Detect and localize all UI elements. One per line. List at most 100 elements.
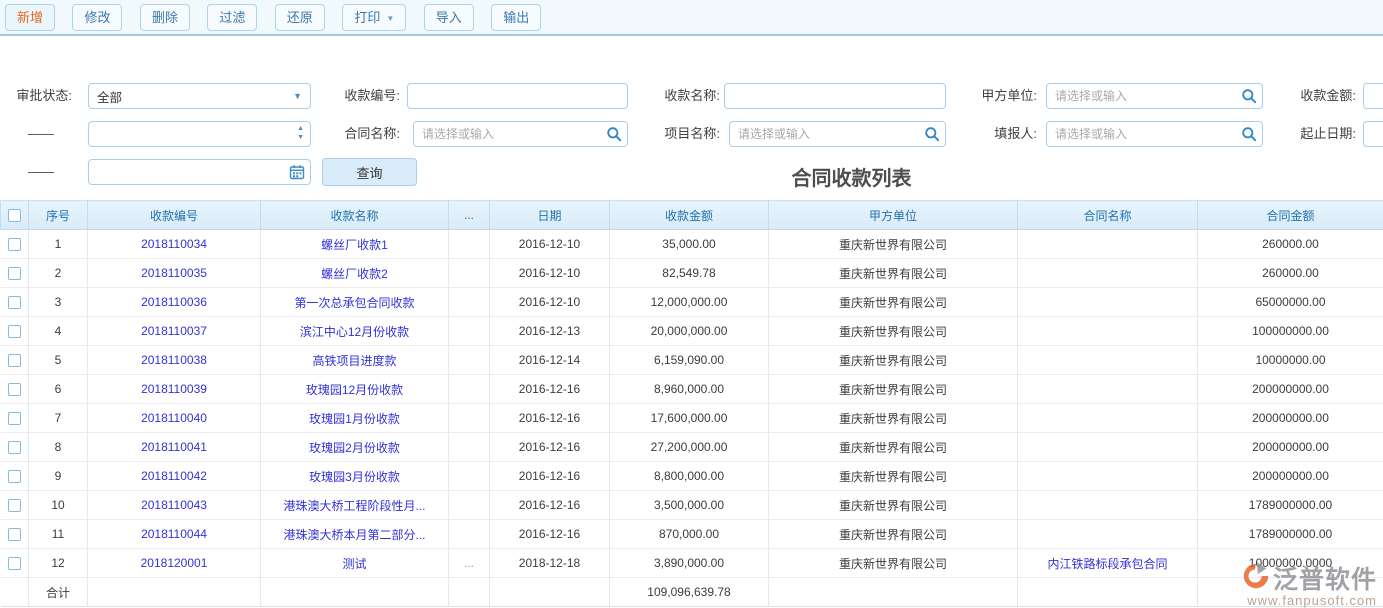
select-all-checkbox[interactable] [8,209,21,222]
search-icon[interactable] [924,126,940,142]
spinner-arrows[interactable]: ▲▼ [297,124,304,142]
cell-name-link[interactable]: 玫瑰园2月份收款 [261,433,449,462]
row-checkbox[interactable] [8,470,21,483]
cell-code-link[interactable]: 2018110036 [88,288,261,317]
row-checkbox[interactable] [8,354,21,367]
cell-contract-link[interactable] [1018,433,1198,462]
row-checkbox[interactable] [8,412,21,425]
cell-contract-link[interactable] [1018,230,1198,259]
row-checkbox[interactable] [8,557,21,570]
cell-name-link[interactable]: 第一次总承包合同收款 [261,288,449,317]
col-header-party: 甲方单位 [769,201,1018,230]
cell-amount: 3,890,000.00 [610,549,769,578]
delete-button[interactable]: 删除 [140,4,190,31]
search-icon[interactable] [606,126,622,142]
cell-code-link[interactable]: 2018110037 [88,317,261,346]
spinner-down-icon[interactable]: ▼ [297,133,304,142]
restore-button[interactable]: 还原 [275,4,325,31]
cell-name-link[interactable]: 玫瑰园1月份收款 [261,404,449,433]
receipt-no-input[interactable] [407,83,628,109]
range-dash: —— [28,164,54,179]
cell-name-link[interactable]: 港珠澳大桥工程阶段性月... [261,491,449,520]
modify-button[interactable]: 修改 [72,4,122,31]
calendar-icon[interactable] [289,164,305,180]
cell-contract-amount: 260000.00 [1198,230,1383,259]
cell-contract-link[interactable] [1018,404,1198,433]
cell-date: 2018-12-18 [490,549,610,578]
col-header-code: 收款编号 [88,201,261,230]
reporter-label: 填报人: [971,121,1037,147]
row-checkbox[interactable] [8,383,21,396]
import-button[interactable]: 导入 [424,4,474,31]
cell-contract-link[interactable] [1018,288,1198,317]
cell-more [449,317,490,346]
date-range-input[interactable] [1363,121,1383,147]
reporter-input[interactable] [1046,121,1263,147]
cell-contract-link[interactable] [1018,491,1198,520]
cell-no: 7 [29,404,88,433]
cell-code-link[interactable]: 2018120001 [88,549,261,578]
row-checkbox[interactable] [8,325,21,338]
reporter-field [1046,121,1263,147]
cell-name-link[interactable]: 螺丝厂收款2 [261,259,449,288]
row-checkbox[interactable] [8,238,21,251]
amount-spinner-input[interactable] [88,121,311,147]
contract-name-input[interactable] [413,121,628,147]
cell-date: 2016-12-16 [490,404,610,433]
cell-contract-amount: 200000000.00 [1198,433,1383,462]
cell-name-link[interactable]: 玫瑰园3月份收款 [261,462,449,491]
cell-date: 2016-12-14 [490,346,610,375]
party-a-input[interactable] [1046,83,1263,109]
print-button[interactable]: 打印▼ [342,4,406,31]
cell-code-link[interactable]: 2018110040 [88,404,261,433]
table-header-row: 序号 收款编号 收款名称 ... 日期 收款金额 甲方单位 合同名称 合同金额 [1,201,1383,230]
spinner-up-icon[interactable]: ▲ [297,124,304,133]
receipt-name-input[interactable] [724,83,946,109]
date-input[interactable] [88,159,311,185]
cell-name-link[interactable]: 港珠澳大桥本月第二部分... [261,520,449,549]
row-checkbox[interactable] [8,267,21,280]
print-button-label: 打印 [354,10,380,25]
cell-code-link[interactable]: 2018110034 [88,230,261,259]
cell-code-link[interactable]: 2018110039 [88,375,261,404]
cell-contract-link[interactable] [1018,462,1198,491]
cell-code-link[interactable]: 2018110038 [88,346,261,375]
cell-name-link[interactable]: 玫瑰园12月份收款 [261,375,449,404]
cell-name-link[interactable]: 滨江中心12月份收款 [261,317,449,346]
cell-contract-link[interactable]: 内江铁路标段承包合同 [1018,549,1198,578]
cell-code-link[interactable]: 2018110035 [88,259,261,288]
search-icon[interactable] [1241,126,1257,142]
amount-spinner-field: ▲▼ [88,121,311,147]
filter-panel: 审批状态: 全部 ▼ 收款编号: 收款名称: 甲方单位: 收款金额: —— ▲▼… [0,36,1383,160]
add-button[interactable]: 新增 [5,4,55,31]
row-checkbox[interactable] [8,499,21,512]
cell-party: 重庆新世界有限公司 [769,317,1018,346]
filter-button[interactable]: 过滤 [207,4,257,31]
cell-code-link[interactable]: 2018110041 [88,433,261,462]
cell-contract-link[interactable] [1018,259,1198,288]
row-checkbox[interactable] [8,296,21,309]
cell-contract-amount: 200000000.00 [1198,375,1383,404]
cell-name-link[interactable]: 测试 [261,549,449,578]
receipt-amount-input[interactable] [1363,83,1383,109]
search-icon[interactable] [1241,88,1257,104]
export-button[interactable]: 输出 [491,4,541,31]
cell-code-link[interactable]: 2018110044 [88,520,261,549]
cell-contract-link[interactable] [1018,346,1198,375]
cell-contract-link[interactable] [1018,375,1198,404]
table-row: 11 2018110044 港珠澳大桥本月第二部分... 2016-12-16 … [1,520,1383,549]
cell-more [449,491,490,520]
approval-status-select[interactable]: 全部 ▼ [88,83,311,109]
cell-contract-link[interactable] [1018,317,1198,346]
total-label: 合计 [29,578,88,607]
project-name-input[interactable] [729,121,946,147]
cell-code-link[interactable]: 2018110042 [88,462,261,491]
cell-name-link[interactable]: 螺丝厂收款1 [261,230,449,259]
cell-contract-link[interactable] [1018,520,1198,549]
cell-name-link[interactable]: 高铁项目进度款 [261,346,449,375]
cell-code-link[interactable]: 2018110043 [88,491,261,520]
cell-more [449,230,490,259]
search-button[interactable]: 查询 [322,158,417,186]
row-checkbox[interactable] [8,528,21,541]
row-checkbox[interactable] [8,441,21,454]
